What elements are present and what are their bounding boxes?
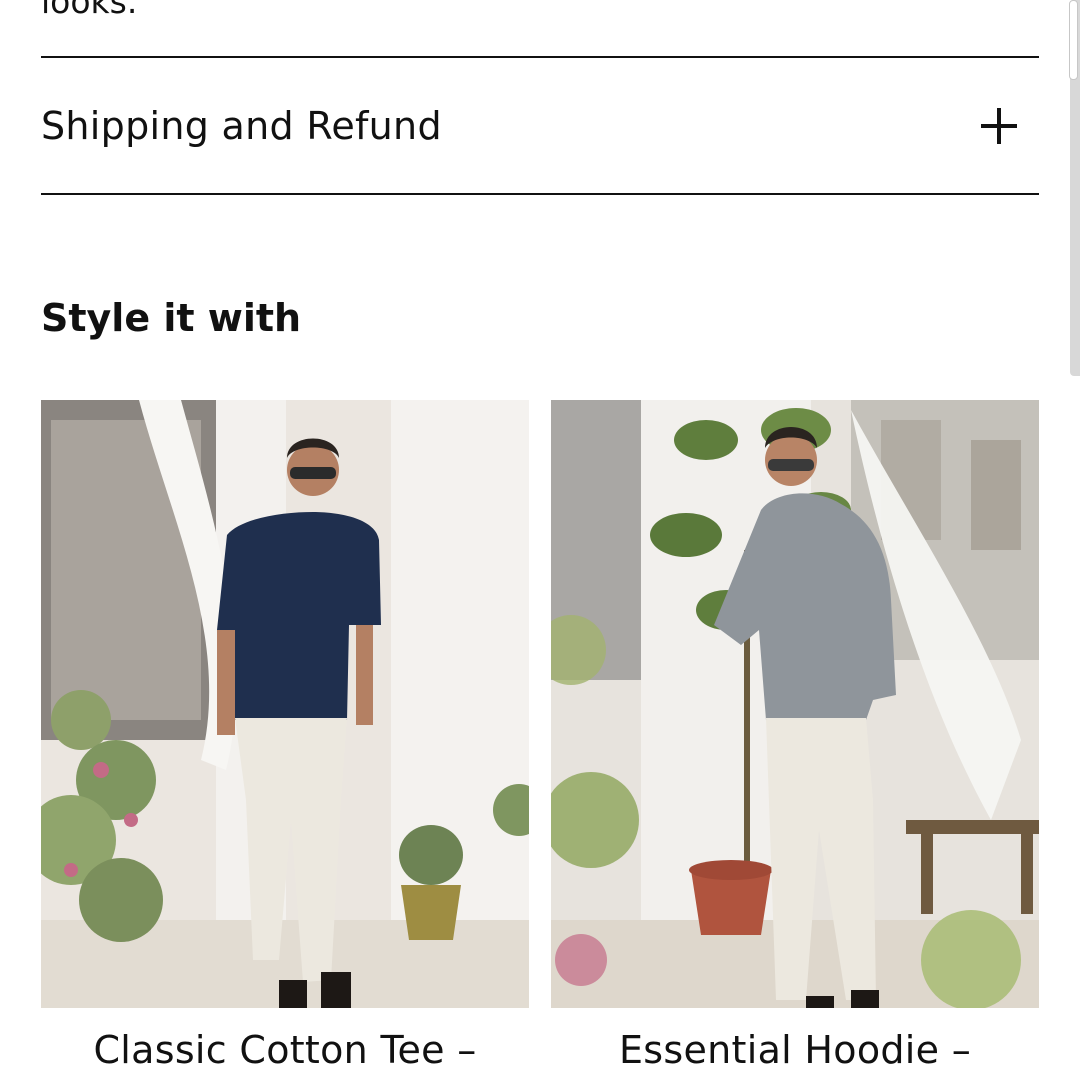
product-title[interactable]: Essential Hoodie –	[551, 1028, 1039, 1072]
product-image[interactable]	[551, 400, 1039, 1008]
plus-icon[interactable]	[979, 106, 1019, 146]
product-title[interactable]: Classic Cotton Tee –	[41, 1028, 529, 1072]
accordion-label: Shipping and Refund	[41, 103, 442, 148]
description-text-fragment: looks.	[41, 0, 138, 21]
accordion-bottom-divider	[41, 193, 1039, 195]
scrollbar-track[interactable]	[1069, 0, 1080, 376]
product-card[interactable]: Essential Hoodie –	[551, 400, 1039, 1072]
product-card[interactable]: Classic Cotton Tee –	[41, 400, 529, 1072]
style-it-with-heading: Style it with	[41, 296, 302, 340]
shipping-refund-accordion[interactable]: Shipping and Refund	[41, 58, 1039, 193]
product-page: looks. Shipping and Refund Style it with	[0, 0, 1080, 1080]
scrollbar-thumb[interactable]	[1069, 0, 1078, 80]
product-image[interactable]	[41, 400, 529, 1008]
